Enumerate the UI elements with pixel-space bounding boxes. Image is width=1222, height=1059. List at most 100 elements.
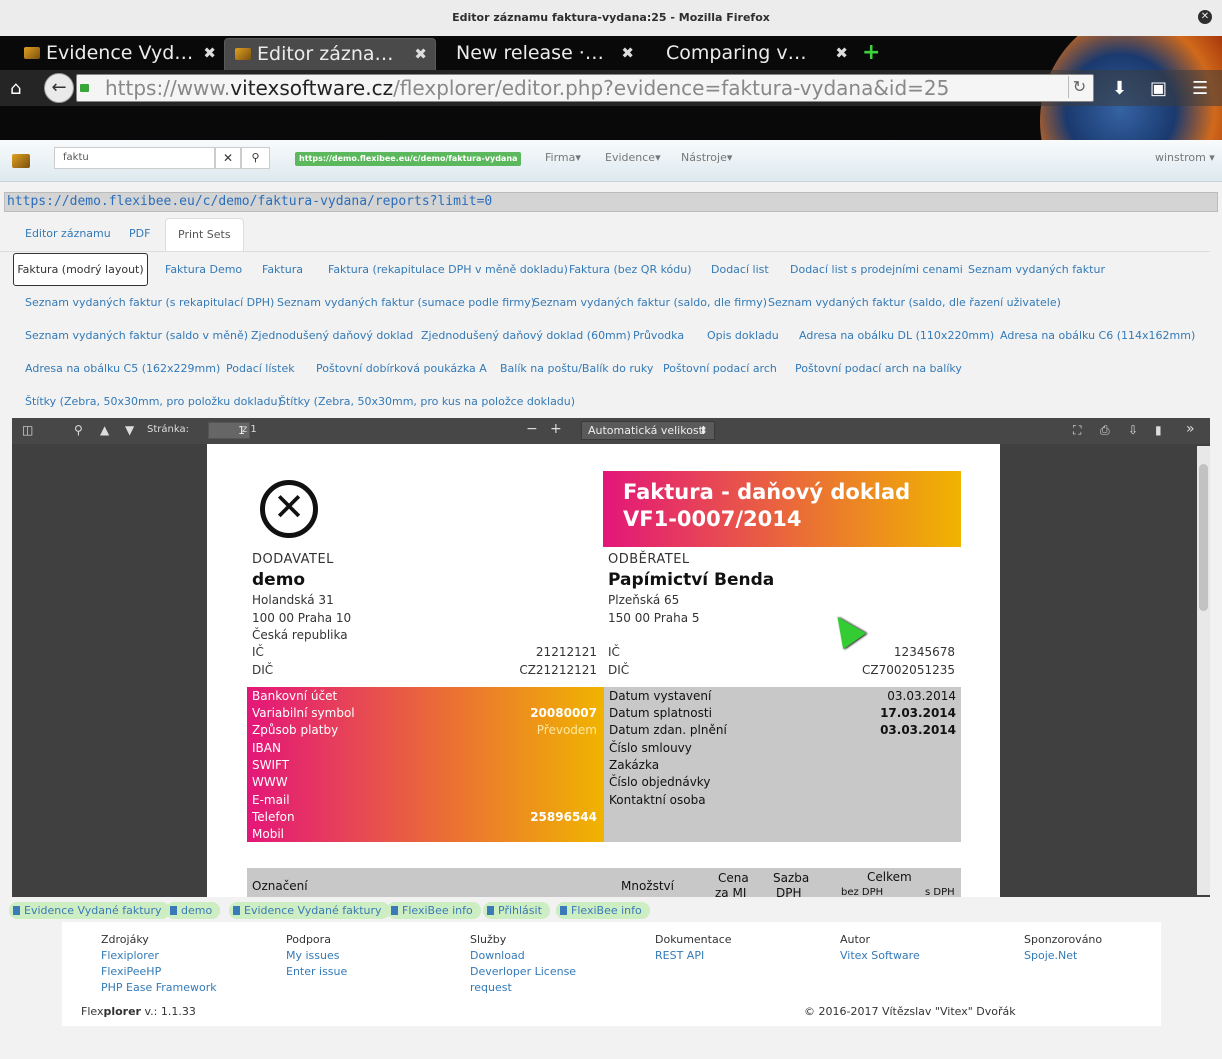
tab-editor[interactable]: Editor záznamu [13,218,123,252]
print-set-link[interactable]: Seznam vydaných faktur [968,263,1105,276]
library-icon[interactable]: ▣ [1150,78,1167,99]
badge-label: Přihlásit [498,904,542,917]
close-window-icon[interactable]: ✕ [1198,10,1212,24]
back-button-icon[interactable]: ← [44,73,74,103]
close-tab-icon[interactable]: ✖ [621,38,634,68]
home-icon[interactable]: ⌂ [10,78,21,99]
print-set-link[interactable]: Seznam vydaných faktur (s rekapitulací D… [25,296,274,309]
source-url-badge[interactable]: https://demo.flexibee.eu/c/demo/faktura-… [295,152,522,166]
footer-link[interactable]: Spoje.Net [1024,949,1077,962]
zoom-out-icon[interactable]: − [526,421,538,437]
print-set-link[interactable]: Poštovní podací arch [663,362,777,375]
print-set-link[interactable]: Štítky (Zebra, 50x30mm, pro kus na polož… [279,395,575,408]
url-bar[interactable]: https://www.vitexsoftware.cz/flexplorer/… [76,74,1094,102]
footer-link[interactable]: FlexiPeeHP [101,965,161,978]
footer-heading: Podpora [286,933,331,946]
footer-link[interactable]: Vitex Software [840,949,920,962]
evidence-badge[interactable]: Evidence Vydané faktury [9,902,170,919]
app-logo-icon[interactable] [12,154,30,168]
print-set-link[interactable]: Dodací list s prodejními cenami [790,263,963,276]
items-table-header: Označení Množství Cena za MJ Sazba DPH C… [247,868,961,897]
menu-icon[interactable]: ☰ [1192,78,1208,99]
print-set-link[interactable]: Poštovní dobírková poukázka A [316,362,487,375]
close-tab-icon[interactable]: ✖ [414,39,427,69]
date-value: 17.03.2014 [880,706,956,720]
scrollbar-thumb[interactable] [1199,464,1208,611]
print-set-link[interactable]: Seznam vydaných faktur (saldo v měně) [25,329,248,342]
date-label: Kontaktní osoba [609,793,706,807]
report-url-field[interactable]: https://demo.flexibee.eu/c/demo/faktura-… [4,192,1218,212]
tools-icon[interactable]: » [1186,421,1195,437]
next-page-icon[interactable]: ▼ [125,423,134,437]
print-set-link[interactable]: Dodací list [711,263,769,276]
print-set-link[interactable]: Zjednodušený daňový doklad [251,329,413,342]
browser-tab[interactable]: New release ·… ✖ [446,38,642,70]
customer-ic-label: IČ [608,645,620,659]
search-icon[interactable]: ⚲ [241,147,270,169]
search-input[interactable]: faktu [54,147,215,169]
print-icon[interactable]: ⎙ [1100,423,1110,438]
print-set-link[interactable]: Faktura (bez QR kódu) [569,263,692,276]
footer-link[interactable]: Deverloper License [470,965,576,978]
download-pdf-icon[interactable]: ⇩ [1128,423,1138,437]
tab-pdf[interactable]: PDF [117,218,162,252]
presentation-mode-icon[interactable]: ⛶ [1073,423,1081,438]
col-header: s DPH [925,887,955,897]
pdf-scrollbar[interactable] [1197,446,1210,895]
print-set-link[interactable]: Seznam vydaných faktur (sumace podle fir… [277,296,535,309]
footer-link[interactable]: My issues [286,949,340,962]
bookmark-icon[interactable]: ▮ [1155,423,1162,437]
footer-link[interactable]: request [470,981,512,994]
browser-tab-active[interactable]: Editor zázna… ✖ [224,38,436,70]
company-badge[interactable]: demo [166,902,221,919]
print-set-link[interactable]: Seznam vydaných faktur (saldo, dle řazen… [768,296,1061,309]
print-set-link[interactable]: Štítky (Zebra, 50x30mm, pro položku dokl… [25,395,282,408]
print-set-link[interactable]: Adresa na obálku C6 (114x162mm) [1000,329,1195,342]
print-set-link[interactable]: Balík na poštu/Balík do ruky [500,362,653,375]
payment-label: WWW [252,775,288,789]
menu-evidence[interactable]: Evidence▾ [605,151,661,164]
user-menu[interactable]: winstrom ▾ [1155,151,1215,164]
flexibee-info-badge[interactable]: FlexiBee info [387,902,481,919]
version-brand: plorer [103,1005,141,1018]
print-set-link[interactable]: Faktura Demo [165,263,242,276]
footer-link[interactable]: Flexiplorer [101,949,159,962]
clear-search-icon[interactable]: ✕ [215,147,241,169]
flexibee-info-badge[interactable]: FlexiBee info [556,902,650,919]
previous-page-icon[interactable]: ▲ [100,423,109,437]
evidence-badge[interactable]: Evidence Vydané faktury [229,902,390,919]
find-icon[interactable]: ⚲ [74,423,83,437]
footer-link[interactable]: Download [470,949,525,962]
print-set-link[interactable]: Poštovní podací arch na balíky [795,362,962,375]
menu-firma[interactable]: Firma▾ [545,151,581,164]
reload-icon[interactable]: ↻ [1068,76,1090,98]
footer-link[interactable]: PHP Ease Framework [101,981,217,994]
zoom-select[interactable]: Automatická velikost ⬍ [581,421,715,440]
close-tab-icon[interactable]: ✖ [835,38,848,68]
close-tab-icon[interactable]: ✖ [203,38,216,68]
print-set-link[interactable]: Podací lístek [226,362,295,375]
footer-link[interactable]: Enter issue [286,965,347,978]
zoom-in-icon[interactable]: + [550,421,562,437]
print-set-link[interactable]: Faktura [262,263,303,276]
print-set-selected[interactable]: Faktura (modrý layout) [13,253,148,286]
print-set-link[interactable]: Adresa na obálku DL (110x220mm) [799,329,994,342]
browser-tab[interactable]: Comparing v… ✖ [656,38,856,70]
tab-print-sets[interactable]: Print Sets [165,218,244,252]
browser-chrome: Evidence Vyd… ✖ Editor zázna… ✖ New releas… [0,36,1222,140]
print-set-link[interactable]: Adresa na obálku C5 (162x229mm) [25,362,220,375]
sidebar-toggle-icon[interactable]: ◫ [22,423,33,437]
print-set-link[interactable]: Opis dokladu [707,329,779,342]
print-set-link[interactable]: Zjednodušený daňový doklad (60mm) [421,329,631,342]
print-set-link[interactable]: Faktura (rekapitulace DPH v měně dokladu… [328,263,568,276]
pdf-viewer[interactable]: ✕ Faktura - daňový doklad VF1-0007/2014 … [12,444,1210,897]
download-icon[interactable]: ⬇ [1112,78,1127,99]
login-badge[interactable]: Přihlásit [483,902,550,919]
print-set-link[interactable]: Průvodka [633,329,684,342]
footer-link[interactable]: REST API [655,949,704,962]
print-set-link[interactable]: Seznam vydaných faktur (saldo, dle firmy… [533,296,767,309]
new-tab-icon[interactable]: + [862,40,880,65]
menu-nastroje[interactable]: Nástroje▾ [681,151,732,164]
chevron-down-icon: ⬍ [698,424,708,437]
browser-tab[interactable]: Evidence Vyd… ✖ [14,38,224,70]
